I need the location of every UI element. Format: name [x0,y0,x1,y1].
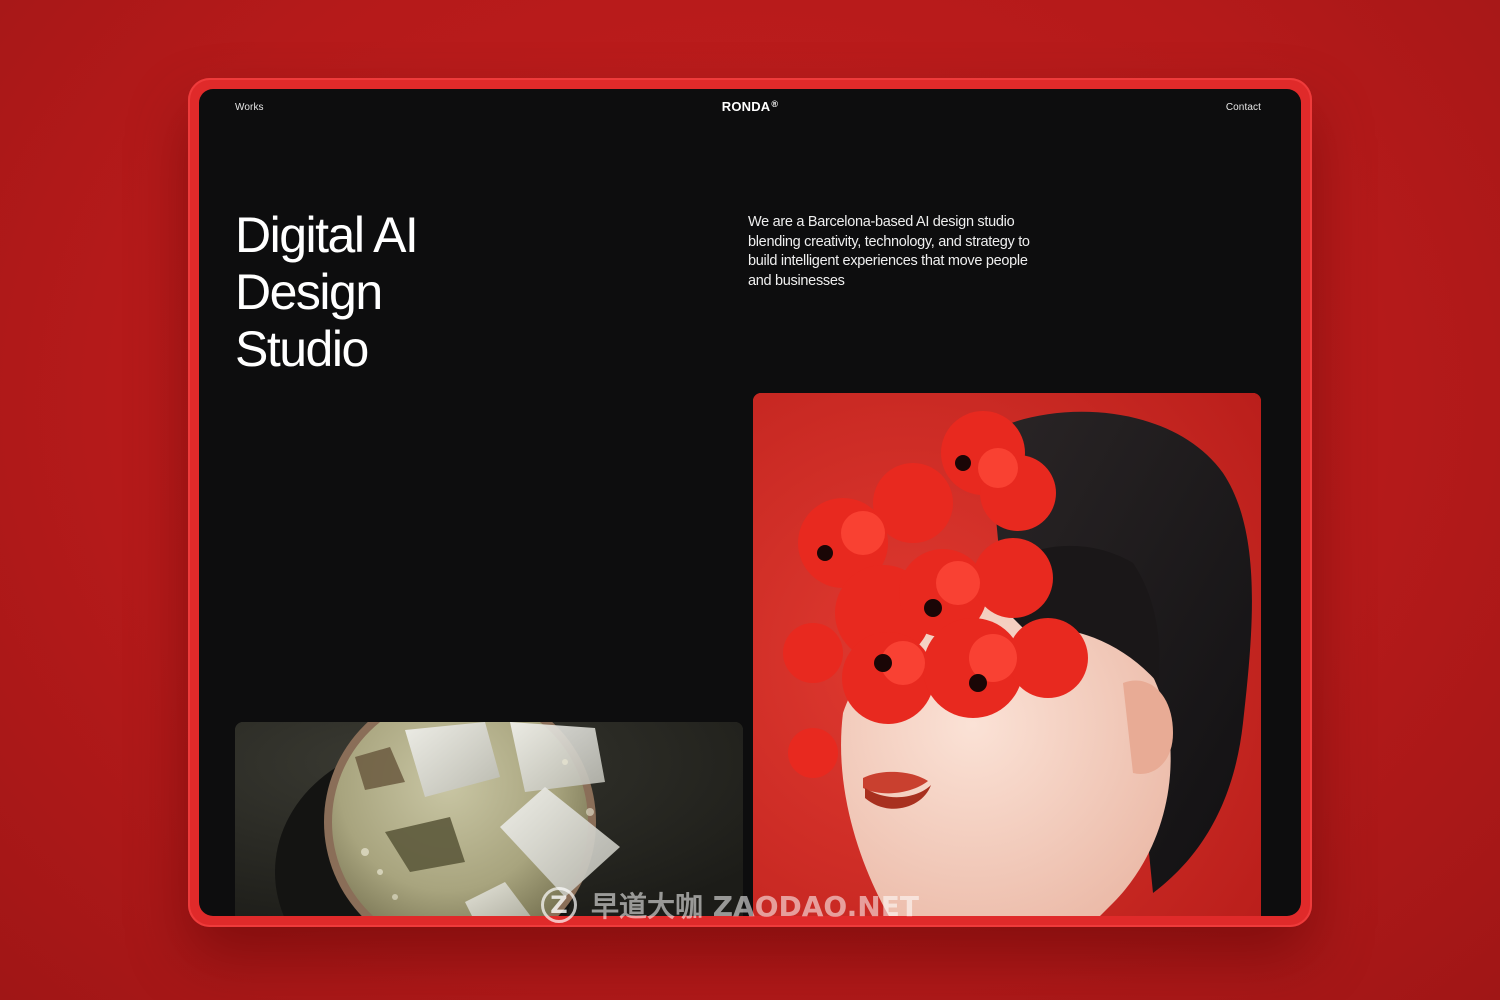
watermark-logo-icon: Z [541,887,577,923]
watermark: Z 早道大咖 ZAODAO.NET [541,884,919,926]
nav-contact-link[interactable]: Contact [1226,102,1261,113]
hero-title: Digital AI Design Studio [235,207,615,378]
registered-mark: ® [771,99,779,109]
brand-logo[interactable]: RONDA® [199,99,1301,114]
hero-title-line: Studio [235,321,369,377]
intro-text: We are a Barcelona-based AI design studi… [748,214,1030,289]
hero-title-line: Digital AI [235,207,419,263]
flower-portrait-photo [753,393,1261,916]
flower-portrait-image[interactable] [753,393,1261,916]
brand-name: RONDA [721,99,771,114]
hero-title-line: Design [235,264,383,320]
website-screen: Works RONDA® Contact Digital AI Design S… [199,89,1301,916]
watermark-text: 早道大咖 ZAODAO.NET [591,890,919,923]
presentation-background: Works RONDA® Contact Digital AI Design S… [0,0,1500,1000]
